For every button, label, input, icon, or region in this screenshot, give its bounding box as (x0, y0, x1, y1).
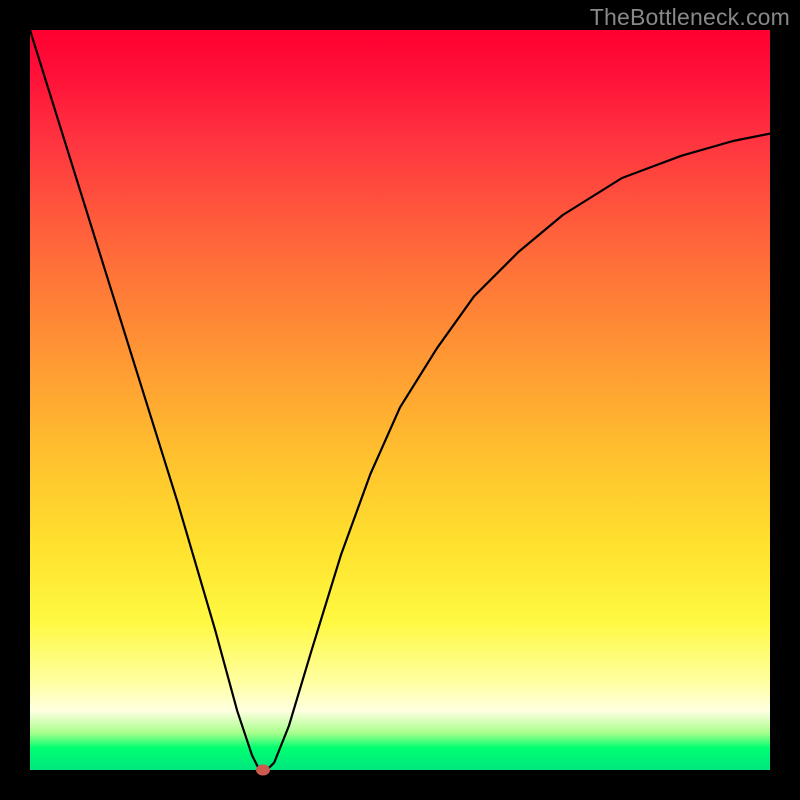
plot-area (30, 30, 770, 770)
watermark-text: TheBottleneck.com (590, 4, 790, 31)
chart-frame: TheBottleneck.com (0, 0, 800, 800)
bottleneck-curve (30, 30, 770, 770)
optimal-point-marker (256, 765, 270, 776)
